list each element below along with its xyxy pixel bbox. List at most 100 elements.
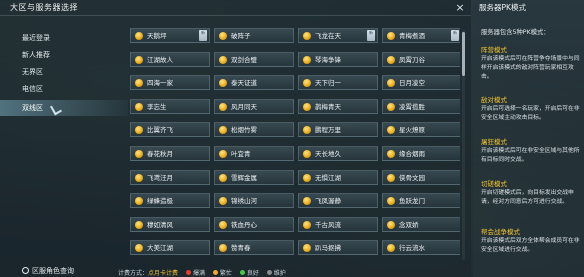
server-name: 无惧江湖	[315, 173, 341, 182]
server-button[interactable]: 星火燎原	[382, 122, 460, 138]
server-button[interactable]: 风月同天	[214, 98, 294, 114]
status-good-dot-icon	[239, 270, 245, 275]
status-legend: 计费方式：点月卡计费 爆满 繁忙 良好 维护	[118, 268, 286, 277]
server-button[interactable]: 李忘生	[130, 98, 210, 114]
server-button[interactable]: 日月凌空	[382, 75, 460, 91]
server-button[interactable]: 鹊梅青天	[298, 98, 378, 114]
status-good-label: 良好	[246, 270, 259, 277]
status-full-label: 爆满	[192, 270, 205, 277]
server-button[interactable]: 念双娇	[382, 216, 460, 232]
server-button[interactable]: 飞凤渥静	[298, 193, 378, 209]
server-name: 飞龙在天	[315, 32, 341, 40]
server-name: 趴马抠拂	[315, 244, 341, 253]
server-button[interactable]: 千古风流	[298, 216, 378, 232]
server-name: 鱼跃龙门	[399, 197, 425, 206]
server-name: 凌霄揽胜	[399, 102, 425, 111]
server-button[interactable]: 泰天证道	[214, 75, 294, 91]
server-button[interactable]: 凤霄刀谷	[382, 51, 460, 67]
server-new-badge-icon: 新	[451, 30, 459, 41]
server-button[interactable]: 比翼齐飞	[130, 122, 210, 138]
server-button[interactable]: 鹏程万里	[298, 122, 378, 138]
server-name: 鹏程万里	[315, 126, 341, 135]
status-busy-label: 繁忙	[219, 270, 232, 277]
server-button[interactable]: 春花秋月	[130, 146, 210, 161]
close-icon[interactable]: ×	[453, 1, 467, 15]
server-button[interactable]: 锦绣山河	[214, 193, 294, 209]
server-status-icon	[303, 150, 311, 158]
server-status-icon	[387, 55, 395, 64]
server-status-icon	[303, 126, 311, 135]
server-status-icon	[303, 79, 311, 88]
status-busy-dot-icon	[212, 270, 218, 275]
server-scrollbar[interactable]	[462, 30, 465, 260]
status-maint-label: 维护	[273, 270, 286, 277]
pk-mode-desc: 开启该模式后可在非安全区域与其他所有目标同时交战。	[481, 148, 580, 163]
server-name: 鹊梅青天	[315, 102, 341, 111]
scrollbar-thumb[interactable]	[462, 32, 465, 76]
server-name: 双剑合璧	[231, 55, 257, 64]
sidebar-item-telecom[interactable]: 电信区	[0, 81, 128, 97]
server-name: 春花秋月	[147, 150, 173, 158]
server-name: 念双娇	[399, 220, 419, 229]
server-button[interactable]: 天下归一	[298, 75, 378, 91]
role-query-link[interactable]: 区服角色查询	[22, 266, 74, 276]
server-status-icon	[135, 244, 143, 253]
server-button[interactable]: 赞青春	[214, 240, 294, 256]
server-status-icon	[303, 244, 311, 253]
pk-mode-title: 切磋模式	[481, 180, 507, 188]
server-button[interactable]: 凌霄揽胜	[382, 98, 460, 114]
server-name: 风月同天	[231, 102, 257, 111]
server-status-icon	[219, 126, 227, 135]
server-button[interactable]: 侠骨文园	[382, 169, 460, 185]
server-status-icon	[219, 150, 227, 158]
server-button[interactable]: 天鹅坪 新	[130, 28, 210, 43]
server-button[interactable]: 飞龙在天 新	[298, 28, 378, 43]
server-button[interactable]: 行云流水	[382, 240, 460, 256]
server-button[interactable]: 江湖故人	[130, 51, 210, 67]
server-status-icon	[219, 197, 227, 206]
server-button[interactable]: 飞鸢汪月	[130, 169, 210, 185]
server-name: 雪辉金属	[231, 173, 257, 182]
pk-intro: 服务器包含5种PK模式：	[481, 29, 550, 36]
sidebar-item-dualline[interactable]: 双线区	[0, 100, 128, 116]
server-name: 比翼齐飞	[147, 126, 173, 135]
server-name: 天鹅坪	[147, 32, 167, 40]
pk-mode-panel: 服务器PK模式 服务器包含5种PK模式： 阵营模式 开启该模式后可在阵营争夺场景…	[473, 0, 584, 277]
server-button[interactable]: 雪辉金属	[214, 169, 294, 185]
server-button[interactable]: 四海一家	[130, 75, 210, 91]
server-button[interactable]: 大美江湖	[130, 240, 210, 256]
server-name: 赞青春	[231, 244, 251, 253]
server-name: 缘合烟雨	[399, 150, 425, 158]
server-button[interactable]: 鱼跃龙门	[382, 193, 460, 209]
pk-mode-desc: 开启该模式后可在阵营争夺场景中与同样开启该模式的敌对阵营玩家相互攻击。	[481, 56, 580, 80]
server-button[interactable]: 趴马抠拂	[298, 240, 378, 256]
server-button[interactable]: 双剑合璧	[214, 51, 294, 67]
sidebar-item-wujie[interactable]: 无界区	[0, 64, 128, 80]
pk-mode-desc: 开启后可选择一名玩家，开启后可在非安全区域主动攻击目标。	[481, 106, 580, 121]
server-button[interactable]: 绿蜂造极	[130, 193, 210, 209]
server-button[interactable]: 缘合烟雨	[382, 146, 460, 161]
server-status-icon	[387, 126, 395, 135]
server-button[interactable]: 青梅煮酒 新	[382, 28, 460, 43]
sidebar-item-recent[interactable]: 最近登录	[0, 30, 128, 46]
server-name: 行云流水	[399, 244, 425, 253]
server-button[interactable]: 天长地久	[298, 146, 378, 161]
server-name: 飞凤渥静	[315, 197, 341, 206]
sidebar-item-newbie[interactable]: 新人推荐	[0, 47, 128, 63]
server-status-icon	[135, 79, 143, 88]
pk-mode-title: 敌对模式	[481, 96, 507, 104]
server-button[interactable]: 琴海争锋	[298, 51, 378, 67]
pk-panel-title: 服务器PK模式	[479, 3, 526, 12]
server-name: 飞鸢汪月	[147, 173, 173, 182]
server-status-icon	[219, 102, 227, 111]
server-new-badge-icon: 新	[367, 30, 375, 41]
server-name: 李忘生	[147, 102, 167, 111]
server-button[interactable]: 铁血丹心	[214, 216, 294, 232]
server-button[interactable]: 松烟竹雾	[214, 122, 294, 138]
server-status-icon	[135, 173, 143, 182]
server-button[interactable]: 穆如清风	[130, 216, 210, 232]
server-button[interactable]: 无惧江湖	[298, 169, 378, 185]
server-button[interactable]: 叶宜青	[214, 146, 294, 161]
server-name: 破阵子	[231, 32, 251, 40]
server-button[interactable]: 破阵子	[214, 28, 294, 43]
